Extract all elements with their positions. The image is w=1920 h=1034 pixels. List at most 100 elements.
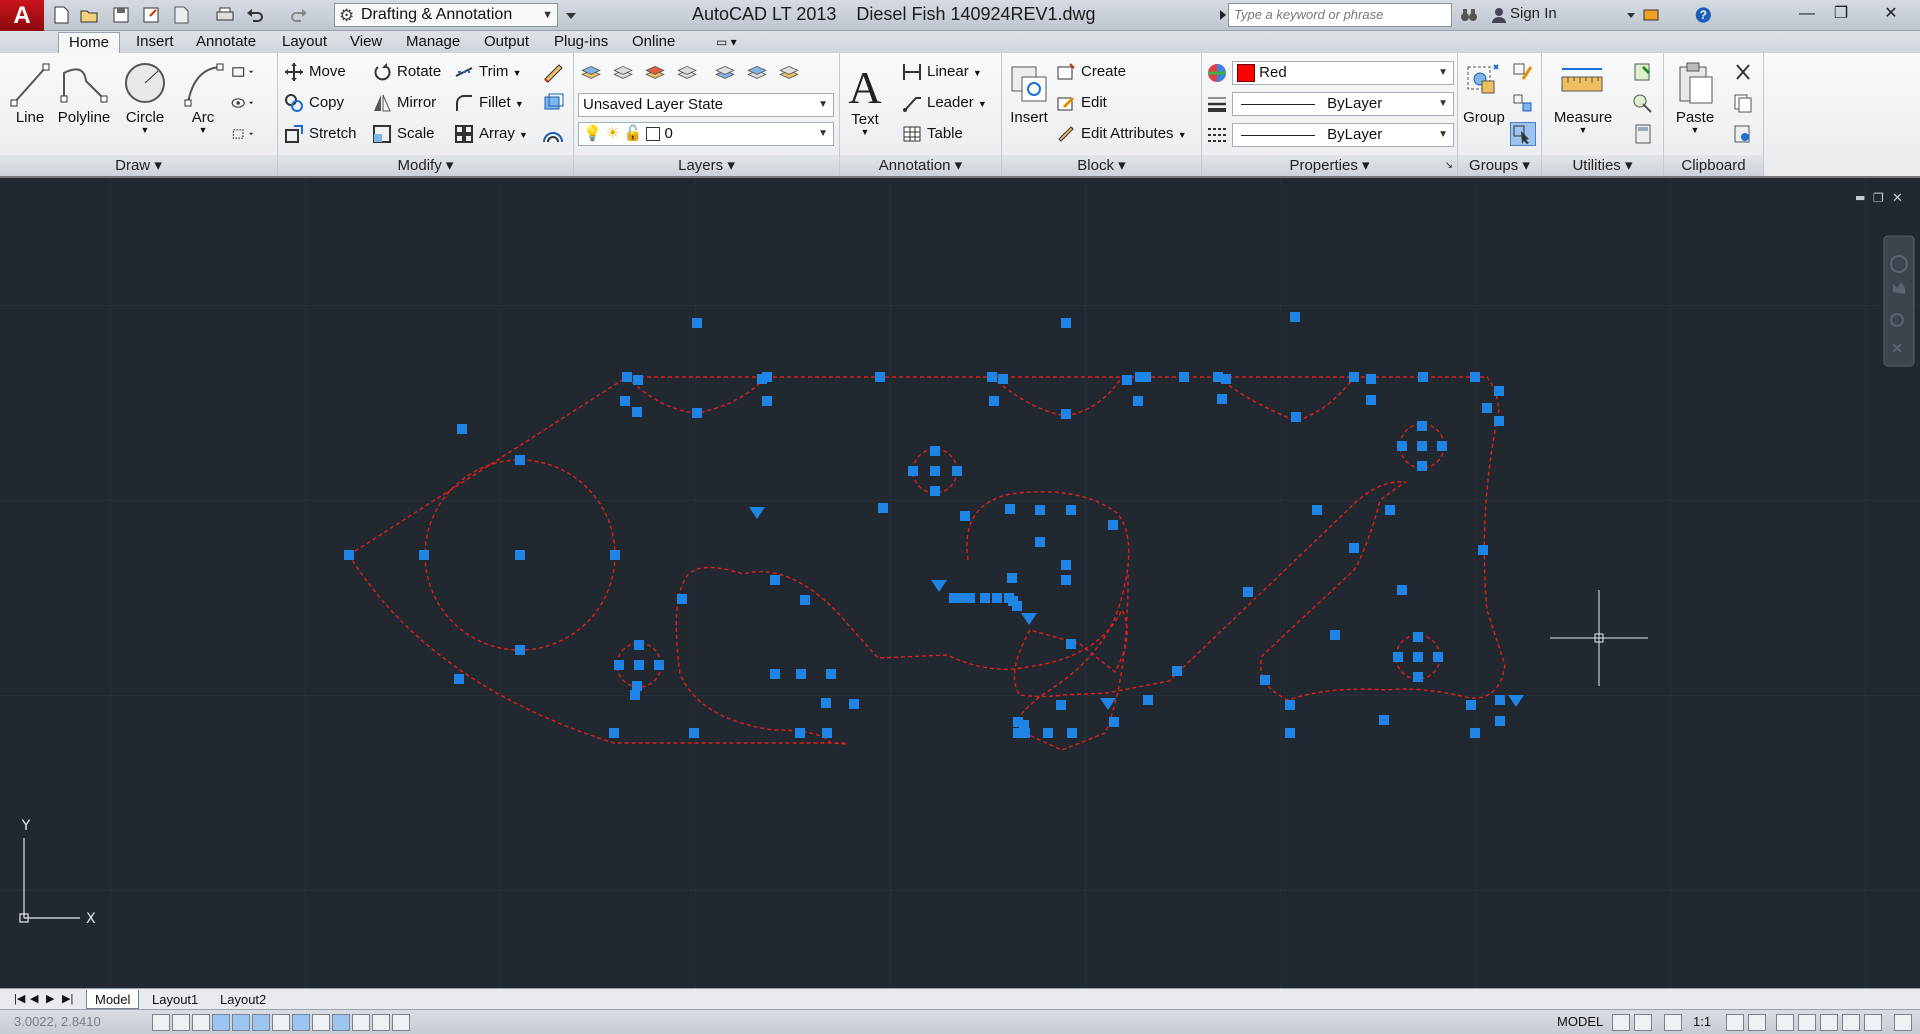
grip-point[interactable] <box>1413 652 1423 662</box>
grip-point[interactable] <box>344 550 354 560</box>
sign-in-link[interactable]: Sign In <box>1510 5 1557 22</box>
auto-scale-icon[interactable] <box>1748 1014 1766 1031</box>
grip-point[interactable] <box>1109 717 1119 727</box>
quick-select-icon[interactable] <box>1630 60 1656 84</box>
annotation-visibility-icon[interactable] <box>1726 1014 1744 1031</box>
grip-point[interactable] <box>770 669 780 679</box>
grip-point[interactable] <box>1285 728 1295 738</box>
clipboard-panel-title[interactable]: Clipboard <box>1664 155 1763 176</box>
qat-customize-icon[interactable] <box>560 4 576 26</box>
grip-point[interactable] <box>1366 374 1376 384</box>
grip-point[interactable] <box>849 699 859 709</box>
annotation-scale-label[interactable]: 1:1 <box>1693 1014 1711 1029</box>
grip-point[interactable] <box>1066 505 1076 515</box>
grip-point[interactable] <box>987 372 997 382</box>
grip-point[interactable] <box>515 645 525 655</box>
ortho-mode-icon[interactable] <box>212 1014 230 1031</box>
layer-off-icon[interactable] <box>642 60 672 84</box>
dynamic-ucs-icon[interactable] <box>292 1014 310 1031</box>
layer-properties-icon[interactable] <box>578 60 608 84</box>
grip-point[interactable] <box>980 593 990 603</box>
tab-layout2[interactable]: Layout2 <box>212 990 274 1009</box>
offset-icon[interactable] <box>540 122 566 146</box>
new-icon[interactable] <box>50 4 72 26</box>
fillet-button[interactable]: Fillet ▼ <box>454 91 524 115</box>
grip-point[interactable] <box>1179 372 1189 382</box>
grip-point[interactable] <box>1133 396 1143 406</box>
grip-point[interactable] <box>965 593 975 603</box>
lineweight-icon[interactable] <box>1204 92 1230 116</box>
layer-isolate-icon[interactable] <box>610 60 640 84</box>
isolate-objects-icon[interactable] <box>1842 1014 1860 1031</box>
grip-point[interactable] <box>930 486 940 496</box>
grip-point[interactable] <box>634 640 644 650</box>
grip-point[interactable] <box>930 466 940 476</box>
annotation-panel-title[interactable]: Annotation ▾ <box>840 155 1001 176</box>
grip-point[interactable] <box>795 728 805 738</box>
quick-view-drawings-icon[interactable] <box>1634 1014 1652 1031</box>
ribbon-minimize-icon[interactable]: ▭ ▾ <box>706 32 747 53</box>
grip-point[interactable] <box>515 550 525 560</box>
grip-point[interactable] <box>419 550 429 560</box>
grip-point[interactable] <box>454 674 464 684</box>
annotation-scale-icon[interactable] <box>1664 1014 1682 1031</box>
exchange-apps-icon[interactable] <box>1640 4 1662 26</box>
tab-layout[interactable]: Layout <box>272 32 337 53</box>
print-icon[interactable] <box>214 4 236 26</box>
grip-point[interactable] <box>796 669 806 679</box>
drawing-canvas[interactable]: ▬ ❐ ✕ Y X <box>0 180 1920 988</box>
grip-point[interactable] <box>875 372 885 382</box>
grip-point[interactable] <box>1056 700 1066 710</box>
drawing-svg[interactable]: ▬ ❐ ✕ Y X <box>0 180 1920 988</box>
save-as-icon[interactable] <box>140 4 162 26</box>
grip-point[interactable] <box>1312 505 1322 515</box>
grip-point[interactable] <box>1366 395 1376 405</box>
linetype-dropdown[interactable]: ByLayer ▼ <box>1232 123 1454 147</box>
grip-point[interactable] <box>634 660 644 670</box>
grip-point[interactable] <box>1061 560 1071 570</box>
polar-tracking-icon[interactable] <box>232 1014 250 1031</box>
tab-online[interactable]: Online <box>622 32 685 53</box>
erase-icon[interactable] <box>540 60 566 84</box>
infer-constraints-icon[interactable] <box>152 1014 170 1031</box>
copy-with-basepoint-icon[interactable] <box>1730 122 1756 146</box>
grip-point[interactable] <box>822 728 832 738</box>
grip-point[interactable] <box>1470 728 1480 738</box>
grip-point[interactable] <box>1141 372 1151 382</box>
edit-attributes-button[interactable]: Edit Attributes ▼ <box>1056 122 1187 146</box>
grip-point[interactable] <box>515 455 525 465</box>
text-button[interactable]: A Text ▼ <box>846 59 884 137</box>
grip-point[interactable] <box>1143 695 1153 705</box>
lineweight-dropdown[interactable]: ByLayer ▼ <box>1232 92 1454 116</box>
hardware-acceleration-icon[interactable] <box>1820 1014 1838 1031</box>
dynamic-input-icon[interactable] <box>312 1014 330 1031</box>
tab-model[interactable]: Model <box>86 990 140 1009</box>
grip-point[interactable] <box>989 396 999 406</box>
grip-point[interactable] <box>1397 585 1407 595</box>
grip-point[interactable] <box>1379 715 1389 725</box>
workspace-dropdown[interactable]: ⚙ Drafting & Annotation ▼ <box>334 3 558 27</box>
tab-insert[interactable]: Insert <box>126 32 184 53</box>
grip-point[interactable] <box>610 550 620 560</box>
line-button[interactable]: Line <box>8 59 52 126</box>
grip-point[interactable] <box>770 575 780 585</box>
measure-button[interactable]: Measure ▼ <box>1552 59 1614 135</box>
grip-point[interactable] <box>1005 504 1015 514</box>
grip-point[interactable] <box>1494 386 1504 396</box>
insert-button[interactable]: Insert <box>1006 59 1052 126</box>
snap-mode-icon[interactable] <box>172 1014 190 1031</box>
grip-point[interactable] <box>800 595 810 605</box>
linetype-icon[interactable] <box>1204 123 1230 147</box>
groups-panel-title[interactable]: Groups ▾ <box>1458 155 1541 176</box>
grip-point[interactable] <box>632 681 642 691</box>
grip-point[interactable] <box>1108 520 1118 530</box>
grip-point[interactable] <box>1349 543 1359 553</box>
redo-icon[interactable] <box>288 4 310 26</box>
arc-button[interactable]: Arc ▼ <box>180 59 226 135</box>
grip-point[interactable] <box>692 408 702 418</box>
model-space-toggle[interactable]: MODEL <box>1557 1014 1603 1029</box>
grip-point[interactable] <box>1020 728 1030 738</box>
clean-screen-icon[interactable] <box>1894 1014 1912 1031</box>
grip-point[interactable] <box>1291 412 1301 422</box>
draw-panel-title[interactable]: Draw ▾ <box>0 155 277 176</box>
